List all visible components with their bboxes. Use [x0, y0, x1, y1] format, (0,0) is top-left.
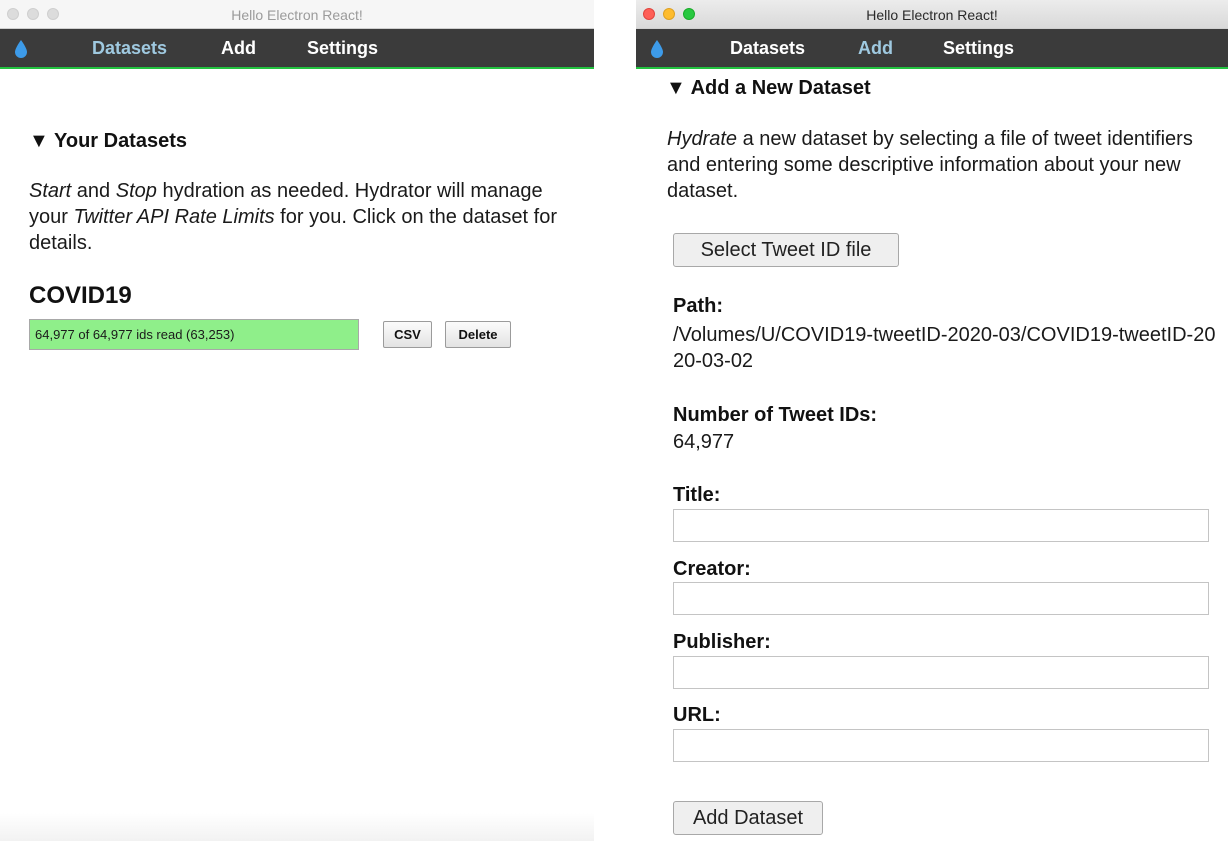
hydration-progress-bar: 64,977 of 64,977 ids read (63,253) [29, 319, 359, 350]
path-value: /Volumes/U/COVID19-tweetID-2020-03/COVID… [673, 324, 1216, 372]
csv-button[interactable]: CSV [383, 321, 432, 348]
nav-settings[interactable]: Settings [307, 38, 378, 59]
add-dataset-window: Hello Electron React! Datasets Add Setti… [636, 0, 1228, 841]
and-word: and [71, 180, 116, 202]
nav-datasets[interactable]: Datasets [92, 38, 167, 59]
progress-text: 64,977 of 64,977 ids read (63,253) [35, 327, 235, 342]
tweet-count-label: Number of Tweet IDs: [673, 404, 878, 426]
nav-settings[interactable]: Settings [943, 38, 1014, 59]
start-word: Start [29, 180, 72, 202]
water-drop-icon[interactable] [13, 39, 29, 59]
title-input[interactable] [673, 509, 1209, 542]
title-bar[interactable]: Hello Electron React! [636, 0, 1228, 29]
title-label: Title: [673, 484, 721, 506]
url-label: URL: [673, 704, 721, 726]
publisher-input[interactable] [673, 656, 1209, 689]
path-label: Path: [673, 295, 723, 317]
nav-add[interactable]: Add [221, 38, 256, 59]
add-dataset-button[interactable]: Add Dataset [673, 801, 823, 835]
add-dataset-description: Hydrate a new dataset by selecting a fil… [667, 126, 1207, 204]
nav-bar: Datasets Add Settings [636, 29, 1228, 69]
url-input[interactable] [673, 729, 1209, 762]
title-bar[interactable]: Hello Electron React! [0, 0, 594, 29]
select-tweet-id-file-button[interactable]: Select Tweet ID file [673, 233, 899, 267]
datasets-window: Hello Electron React! Datasets Add Setti… [0, 0, 594, 841]
creator-input[interactable] [673, 582, 1209, 615]
stop-word: Stop [115, 180, 157, 202]
description-rest: a new dataset by selecting a file of twe… [667, 128, 1193, 202]
dataset-name-link[interactable]: COVID19 [29, 282, 132, 310]
delete-button[interactable]: Delete [445, 321, 511, 348]
hydrate-word: Hydrate [667, 128, 738, 150]
rate-limits-text: Twitter API Rate Limits [73, 206, 275, 228]
nav-bar: Datasets Add Settings [0, 29, 594, 69]
add-dataset-heading[interactable]: ▼ Add a New Dataset [666, 77, 871, 100]
nav-datasets[interactable]: Datasets [730, 38, 805, 59]
tweet-count-value: 64,977 [673, 431, 735, 453]
window-bottom-edge [0, 813, 594, 841]
creator-label: Creator: [673, 558, 751, 580]
your-datasets-heading[interactable]: ▼ Your Datasets [29, 130, 187, 153]
nav-add[interactable]: Add [858, 38, 893, 59]
datasets-description: Start and Stop hydration as needed. Hydr… [29, 178, 569, 256]
window-title: Hello Electron React! [866, 7, 998, 23]
water-drop-icon[interactable] [649, 39, 665, 59]
window-title: Hello Electron React! [231, 7, 363, 23]
publisher-label: Publisher: [673, 631, 771, 653]
